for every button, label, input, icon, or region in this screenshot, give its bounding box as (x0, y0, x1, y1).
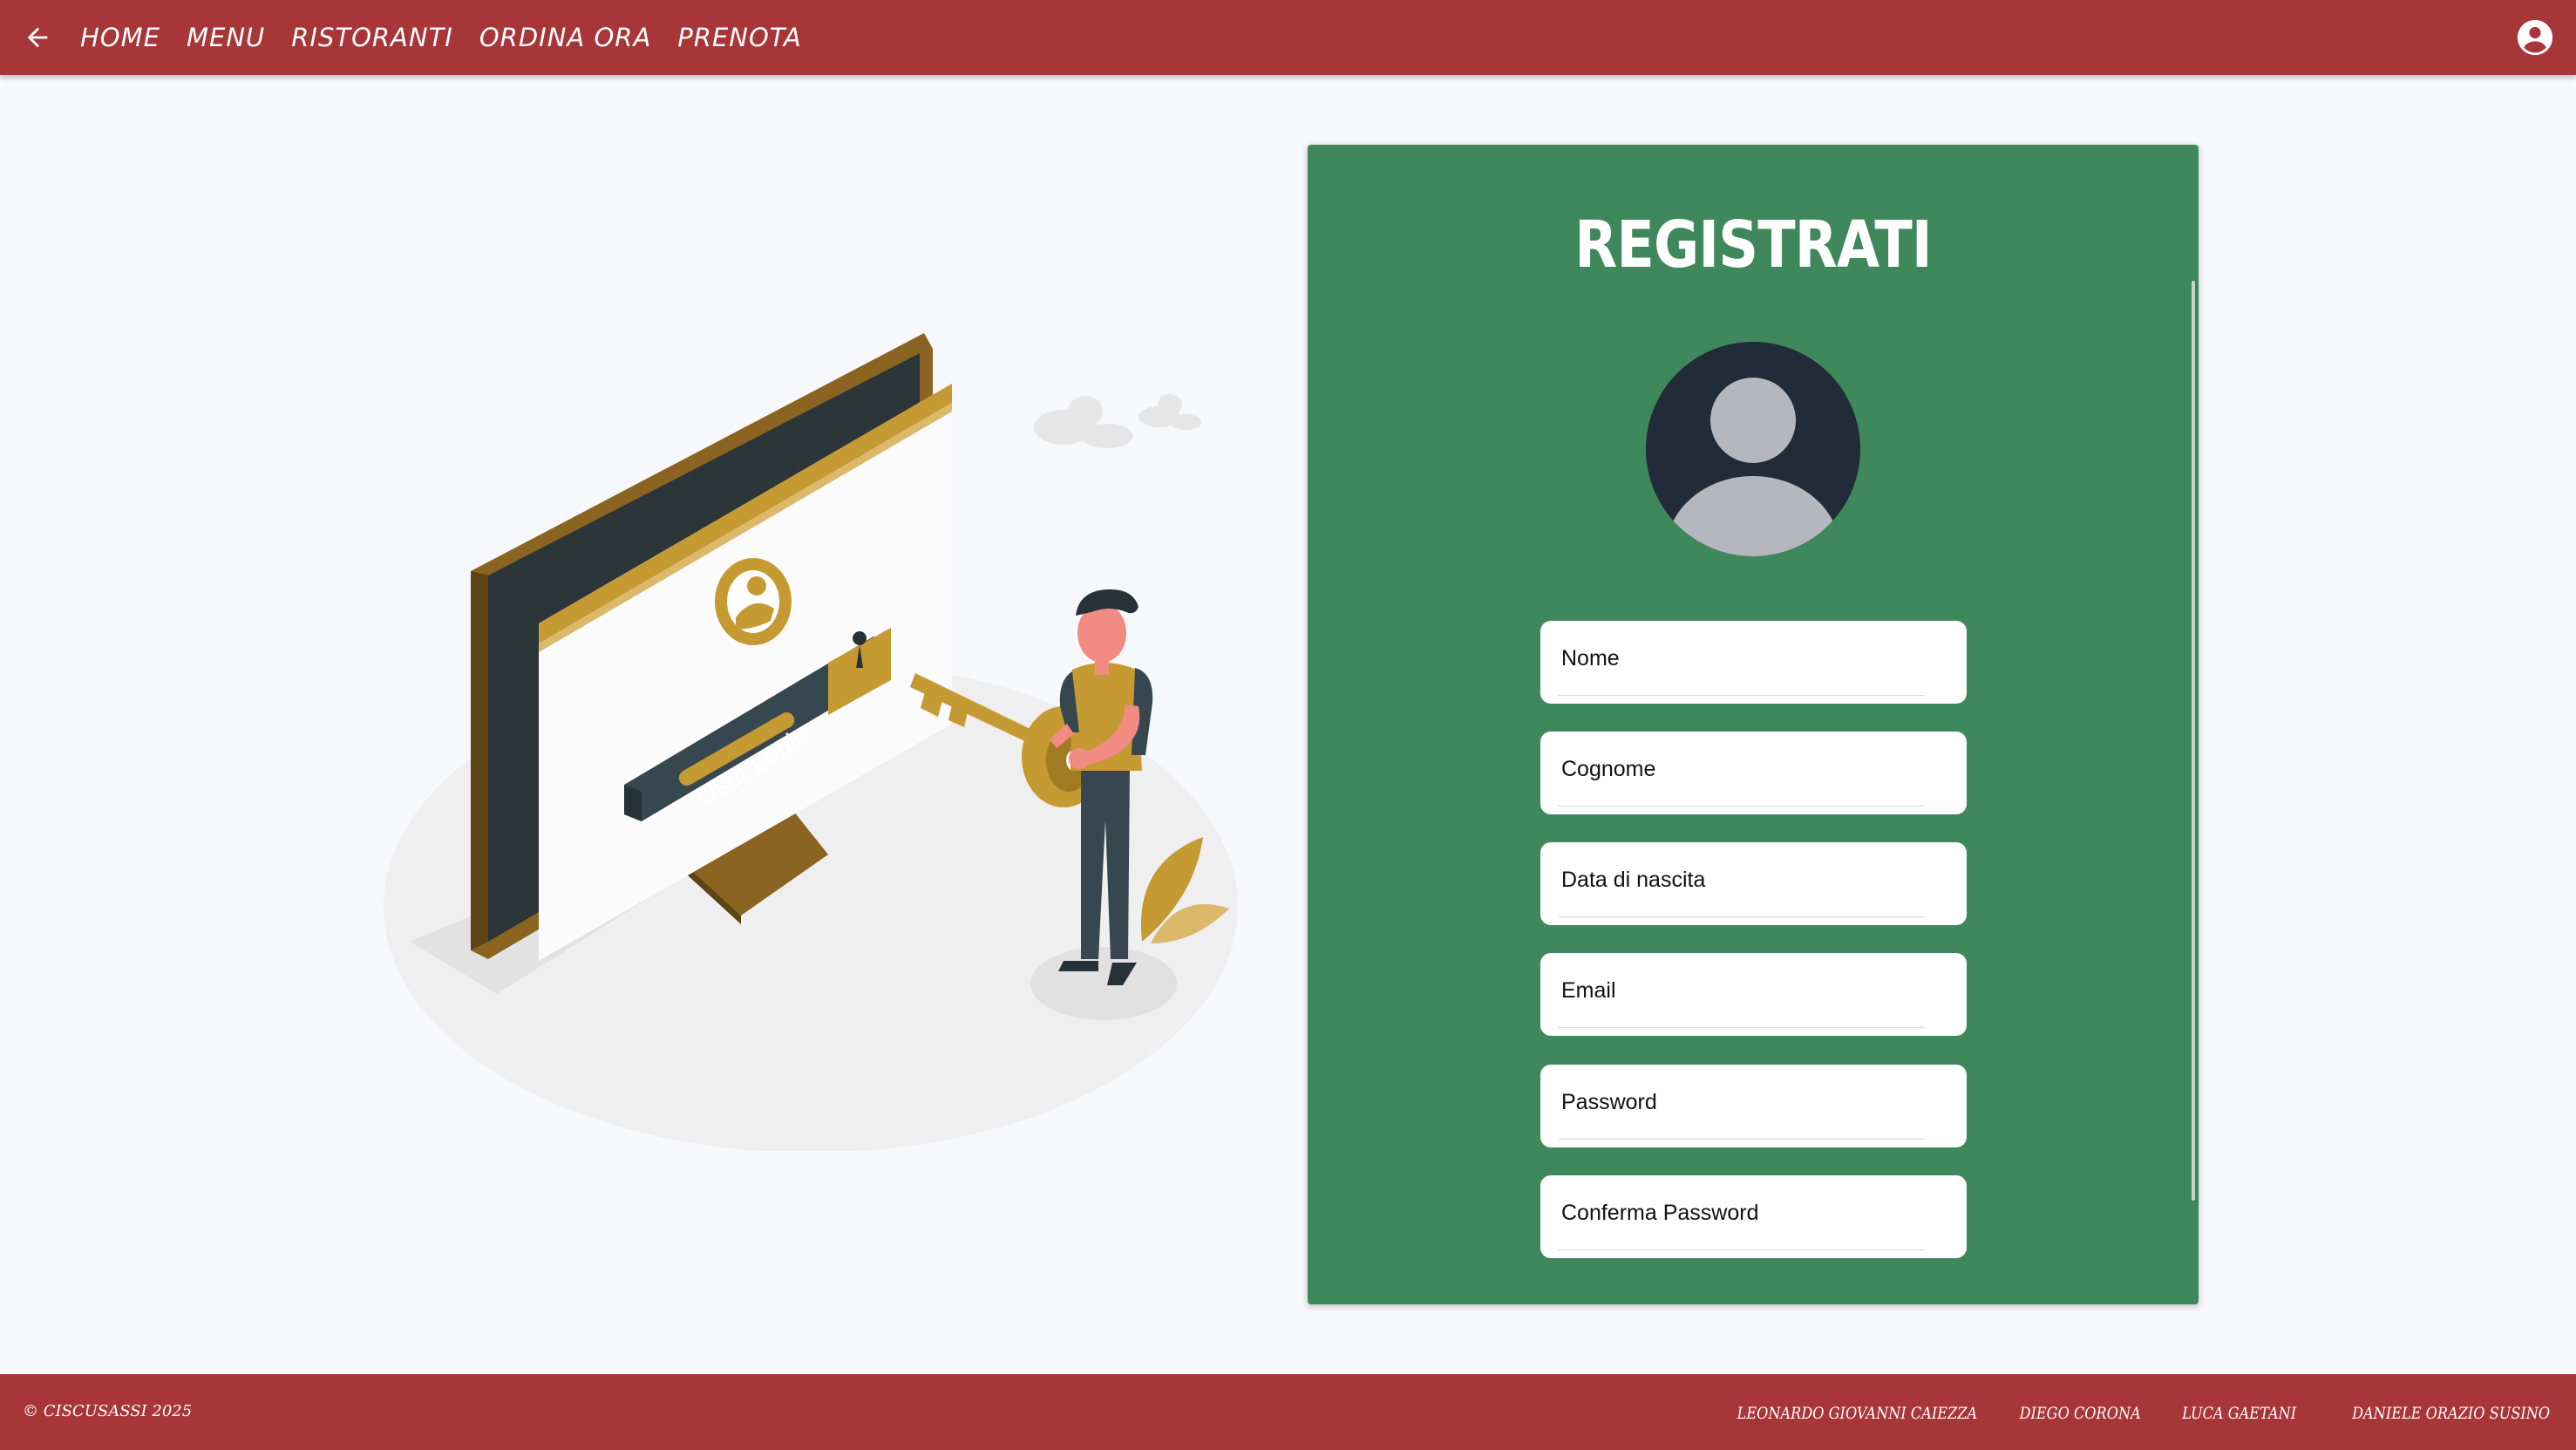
card-title: REGISTRATI (1574, 208, 1932, 283)
footer: © CISCUSASSI 2025 LEONARDO GIOVANNI CAIE… (0, 1374, 2576, 1450)
registration-card: REGISTRATI Nome Cognome Data di nascita … (1308, 145, 2199, 1304)
cognome-field-label: Cognome (1561, 757, 1656, 781)
field-underline (1558, 1139, 1925, 1140)
data-di-nascita-field[interactable]: Data di nascita (1540, 842, 1967, 925)
conferma-password-field[interactable]: Conferma Password (1540, 1175, 1967, 1258)
nav-link-ristoranti[interactable]: RISTORANTI (291, 23, 453, 52)
field-underline (1558, 1027, 1925, 1028)
author-link[interactable]: DANIELE ORAZIO SUSINO (2352, 1404, 2550, 1423)
author-list: LEONARDO GIOVANNI CAIEZZA DIEGO CORONA L… (1674, 1404, 2550, 1423)
nav-links: HOME MENU RISTORANTI ORDINA ORA PRENOTA (80, 0, 828, 75)
nav-link-home[interactable]: HOME (80, 23, 160, 52)
account-circle-icon[interactable] (2516, 18, 2554, 57)
nome-field-label: Nome (1561, 646, 1620, 671)
field-underline (1558, 916, 1925, 917)
email-field[interactable]: Email (1540, 953, 1967, 1036)
password-field[interactable]: Password (1540, 1065, 1967, 1147)
field-underline (1558, 806, 1925, 807)
nav-link-prenota[interactable]: PRENOTA (677, 23, 801, 52)
data-di-nascita-field-label: Data di nascita (1561, 868, 1706, 892)
nome-field[interactable]: Nome (1540, 621, 1967, 704)
back-arrow-icon[interactable] (19, 19, 56, 56)
nav-link-ordina-ora[interactable]: ORDINA ORA (479, 23, 651, 52)
copyright-text: © CISCUSASSI 2025 (23, 1402, 193, 1420)
password-field-label: Password (1561, 1090, 1657, 1114)
top-navbar: HOME MENU RISTORANTI ORDINA ORA PRENOTA (0, 0, 2576, 75)
author-link[interactable]: LUCA GAETANI (2182, 1404, 2296, 1423)
conferma-password-field-label: Conferma Password (1561, 1201, 1759, 1225)
card-scrollbar[interactable] (2192, 281, 2195, 1201)
author-link[interactable]: LEONARDO GIOVANNI CAIEZZA (1737, 1404, 1977, 1423)
cognome-field[interactable]: Cognome (1540, 732, 1967, 814)
email-field-label: Email (1561, 978, 1616, 1003)
login-illustration: User Login (375, 314, 1247, 1153)
field-underline (1558, 1249, 1925, 1250)
nav-link-menu[interactable]: MENU (187, 23, 265, 52)
avatar-placeholder-icon[interactable] (1646, 342, 1860, 556)
author-link[interactable]: DIEGO CORONA (2019, 1404, 2140, 1423)
field-underline (1558, 695, 1925, 696)
